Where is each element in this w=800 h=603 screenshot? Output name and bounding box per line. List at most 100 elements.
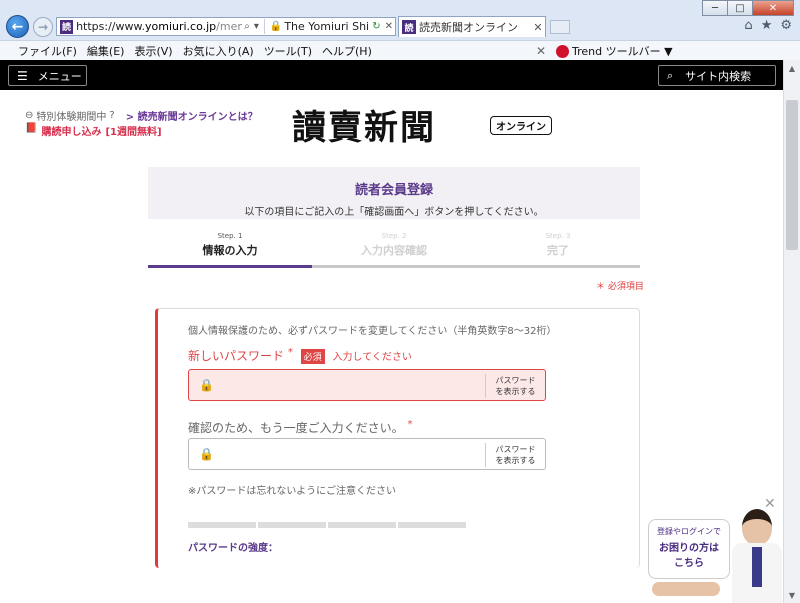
help-banner[interactable]: 登録やログインで お困りの方は こちら ✕ (646, 496, 783, 603)
site-search-label: サイト内検索 (685, 69, 752, 83)
required-badge: 必須 (300, 349, 325, 364)
trial-text: 特別体験期間中 (36, 112, 107, 123)
page-title: 読者会員登録 (354, 183, 433, 198)
password-note: ※パスワードは忘れないようにご注意ください (188, 486, 396, 497)
help-hand-image (652, 582, 720, 596)
step-number: Step. 3 (545, 232, 571, 240)
trend-logo-icon (556, 44, 569, 58)
stop-icon[interactable]: ✕ (385, 21, 393, 32)
step-1: Step. 1 情報の入力 (148, 232, 312, 268)
browser-chrome: ─ □ ✕ ← → 読 https://www.yomiuri.co.jp/me… (0, 0, 800, 60)
strength-segment (328, 522, 396, 528)
confirm-password-label-text: 確認のため、もう一度ご入力ください。 (188, 421, 404, 435)
browser-tab[interactable]: 読 読売新聞オンライン ✕ (398, 16, 546, 37)
refresh-icon[interactable]: ↻ (372, 21, 380, 32)
back-button[interactable]: ← (6, 15, 29, 38)
forward-button[interactable]: → (33, 17, 53, 37)
url-text[interactable]: https://www.yomiuri.co.jp/member/registr… (76, 20, 242, 33)
forward-arrow-icon: → (37, 20, 49, 34)
page-subtitle: 以下の項目にご記入の上「確認画面へ」ボタンを押してください。 (244, 207, 544, 218)
close-icon[interactable]: ✕ (764, 496, 776, 512)
show-password-button[interactable]: パスワード を表示する (485, 374, 545, 398)
form-intro: 個人情報保護のため、必ずパスワードを変更してください（半角英数字8～32桁） (188, 326, 557, 337)
step-3: Step. 3 完了 (476, 232, 640, 268)
scrollbar-thumb[interactable] (786, 100, 798, 250)
trend-toolbar-label: Trend ツールバー ▼ (572, 45, 673, 58)
vertical-scrollbar[interactable]: ▲ ▼ (783, 60, 800, 603)
confirm-password-label: 確認のため、もう一度ご入力ください。 * (188, 419, 412, 436)
password-form: 個人情報保護のため、必ずパスワードを変更してください（半角英数字8～32桁） 新… (155, 308, 640, 568)
password-strength-meter (188, 522, 466, 528)
trial-status: ⊖ 特別体験期間中 ? > 読売新聞オンラインとは？ (25, 108, 258, 123)
settings-gear-icon[interactable]: ⚙ (780, 18, 792, 33)
menu-favorites[interactable]: お気に入り(A) (183, 43, 254, 59)
lock-icon: 🔒 (199, 447, 214, 461)
menu-help[interactable]: ヘルプ(H) (322, 43, 372, 59)
help-person-image (732, 509, 782, 603)
help-line-3: こちら (674, 558, 704, 569)
search-icon[interactable]: ⌕ (244, 21, 250, 32)
help-line-1: 登録やログインで (657, 527, 721, 536)
menu-bar: ファイル(F) 編集(E) 表示(V) お気に入り(A) ツール(T) ヘルプ(… (0, 40, 800, 60)
book-icon: 📕 (25, 123, 38, 134)
site-menu-label: メニュー (37, 69, 82, 83)
site-favicon: 読 (60, 19, 74, 34)
subscribe-text: 購読申し込み (41, 127, 102, 138)
address-bar[interactable]: 読 https://www.yomiuri.co.jp/member/regis… (56, 17, 396, 36)
tab-title: 読売新聞オンライン (419, 21, 518, 34)
required-star: * (407, 419, 413, 430)
show-password-button[interactable]: パスワード を表示する (485, 443, 545, 467)
strength-segment (258, 522, 326, 528)
scroll-down-icon[interactable]: ▼ (784, 587, 800, 603)
hamburger-icon: ☰ (17, 68, 28, 83)
step-name: 入力内容確認 (361, 244, 427, 257)
addr-tab-title: The Yomiuri Shim... (284, 20, 370, 33)
toolbar-close-icon[interactable]: ✕ (536, 44, 546, 58)
new-password-label: 新しいパスワード * 必須 入力してください (188, 347, 412, 364)
confirm-password-input[interactable]: 🔒 パスワード を表示する (188, 438, 546, 470)
menu-tools[interactable]: ツール(T) (264, 43, 312, 59)
help-line-2: お困りの方は (659, 543, 719, 554)
required-note: ＊ 必須項目 (596, 282, 644, 292)
strength-label: パスワードの強度： (188, 543, 278, 554)
step-number: Step. 2 (381, 232, 407, 240)
error-message: 入力してください (332, 352, 412, 363)
site-logo[interactable]: 讀賣新聞 (292, 100, 436, 149)
step-number: Step. 1 (217, 232, 243, 240)
form-header: 読者会員登録 以下の項目にご記入の上「確認画面へ」ボタンを押してください。 (148, 167, 640, 219)
about-link[interactable]: > 読売新聞オンラインとは？ (126, 108, 258, 123)
user-icon: ⊖ (25, 110, 34, 121)
new-password-label-text: 新しいパスワード (188, 349, 285, 363)
step-name: 情報の入力 (202, 244, 258, 257)
tab-close-icon[interactable]: ✕ (531, 21, 545, 34)
site-header: ☰ メニュー ⌕ サイト内検索 (0, 60, 783, 90)
strength-segment (398, 522, 466, 528)
new-tab-button[interactable] (550, 20, 570, 34)
subscribe-badge: [1週間無料] (105, 127, 162, 138)
dropdown-icon[interactable]: ▾ (254, 21, 259, 32)
menu-edit[interactable]: 編集(E) (87, 43, 125, 59)
step-indicator: Step. 1 情報の入力 Step. 2 入力内容確認 Step. 3 完了 (148, 232, 640, 268)
home-icon[interactable]: ⌂ (744, 18, 752, 33)
search-icon: ⌕ (667, 68, 674, 82)
page: ☰ メニュー ⌕ サイト内検索 ⊖ 特別体験期間中 ? > 読売新聞オンラインと… (0, 60, 783, 603)
back-arrow-icon: ← (11, 18, 24, 35)
help-bubble[interactable]: 登録やログインで お困りの方は こちら (648, 519, 730, 579)
favorites-star-icon[interactable]: ★ (761, 18, 773, 33)
help-circle-icon[interactable]: ? (109, 110, 114, 121)
subscribe-link[interactable]: 📕 購読申し込み [1週間無料] (25, 123, 162, 138)
lock-icon[interactable]: 🔒 (270, 21, 282, 32)
site-menu-button[interactable]: ☰ メニュー (8, 65, 87, 86)
logo-badge: オンライン (490, 116, 552, 135)
step-name: 完了 (547, 244, 569, 257)
scroll-up-icon[interactable]: ▲ (784, 60, 800, 76)
trend-toolbar[interactable]: Trend ツールバー ▼ (556, 43, 673, 59)
site-search-button[interactable]: ⌕ サイト内検索 (658, 65, 776, 86)
menu-view[interactable]: 表示(V) (134, 43, 172, 59)
strength-segment (188, 522, 256, 528)
menu-file[interactable]: ファイル(F) (18, 43, 77, 59)
step-2: Step. 2 入力内容確認 (312, 232, 476, 268)
tab-favicon: 読 (402, 20, 416, 34)
required-star: * (287, 347, 293, 358)
new-password-input[interactable]: 🔒 パスワード を表示する (188, 369, 546, 401)
